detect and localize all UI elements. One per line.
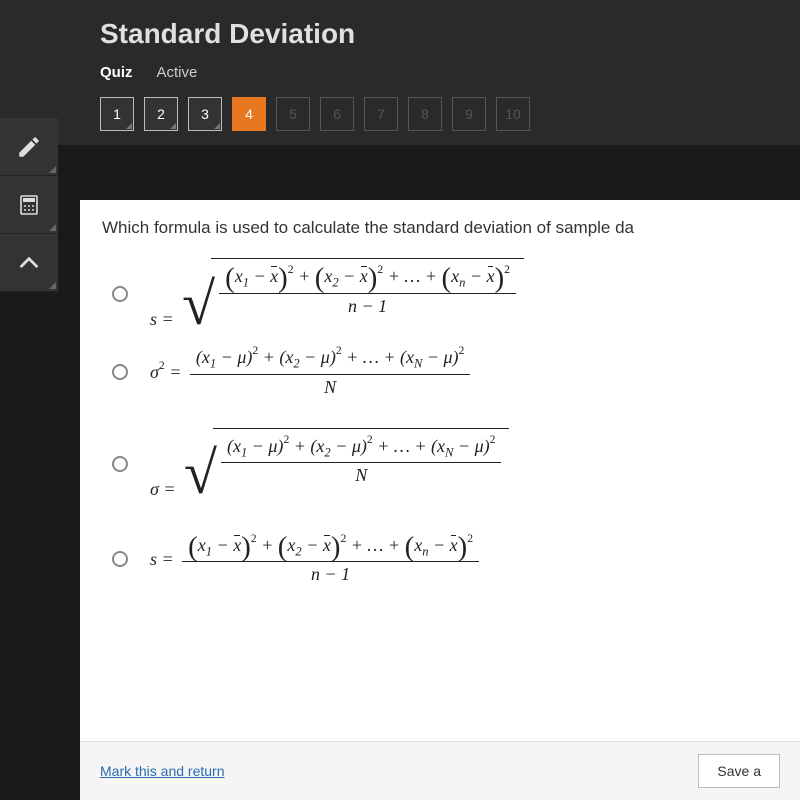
answer-option-c[interactable]: σ = √ (x1 − μ)2 + (x2 − μ)2 + … + (xN − … (112, 428, 778, 500)
radio-b[interactable] (112, 364, 128, 380)
qnum-3[interactable]: 3 (188, 97, 222, 131)
mark-return-link[interactable]: Mark this and return (100, 763, 225, 779)
qnum-9: 9 (452, 97, 486, 131)
calculator-icon (17, 193, 41, 217)
collapse-tool-button[interactable] (0, 234, 58, 292)
radio-a[interactable] (112, 286, 128, 302)
qnum-10: 10 (496, 97, 530, 131)
qnum-2[interactable]: 2 (144, 97, 178, 131)
question-panel: Which formula is used to calculate the s… (80, 200, 800, 800)
formula-c: σ = √ (x1 − μ)2 + (x2 − μ)2 + … + (xN − … (150, 428, 509, 500)
formula-d: s = (x1 − x)2 + (x2 − x)2 + … + (xn − x)… (150, 532, 479, 588)
qnum-1[interactable]: 1 (100, 97, 134, 131)
answer-option-b[interactable]: σ2 = (x1 − μ)2 + (x2 − μ)2 + … + (xN − μ… (112, 344, 778, 400)
answer-option-a[interactable]: s = √ (x1 − x)2 + (x2 − x)2 + … + (xn − … (112, 258, 778, 330)
tab-quiz[interactable]: Quiz (100, 60, 133, 85)
qnum-7: 7 (364, 97, 398, 131)
radio-c[interactable] (112, 456, 128, 472)
question-text: Which formula is used to calculate the s… (102, 218, 778, 238)
radio-d[interactable] (112, 551, 128, 567)
tab-active[interactable]: Active (157, 60, 198, 85)
qnum-5: 5 (276, 97, 310, 131)
question-number-bar: 1 2 3 4 5 6 7 8 9 10 (100, 97, 780, 145)
qnum-8: 8 (408, 97, 442, 131)
chevron-up-icon (16, 250, 42, 276)
qnum-6: 6 (320, 97, 354, 131)
formula-a: s = √ (x1 − x)2 + (x2 − x)2 + … + (xn − … (150, 258, 524, 330)
formula-b: σ2 = (x1 − μ)2 + (x2 − μ)2 + … + (xN − μ… (150, 344, 470, 400)
qnum-4[interactable]: 4 (232, 97, 266, 131)
answer-option-d[interactable]: s = (x1 − x)2 + (x2 − x)2 + … + (xn − x)… (112, 532, 778, 588)
save-button[interactable]: Save a (698, 754, 780, 788)
pencil-tool-button[interactable] (0, 118, 58, 176)
page-title: Standard Deviation (100, 18, 780, 50)
pencil-icon (16, 134, 42, 160)
calculator-tool-button[interactable] (0, 176, 58, 234)
